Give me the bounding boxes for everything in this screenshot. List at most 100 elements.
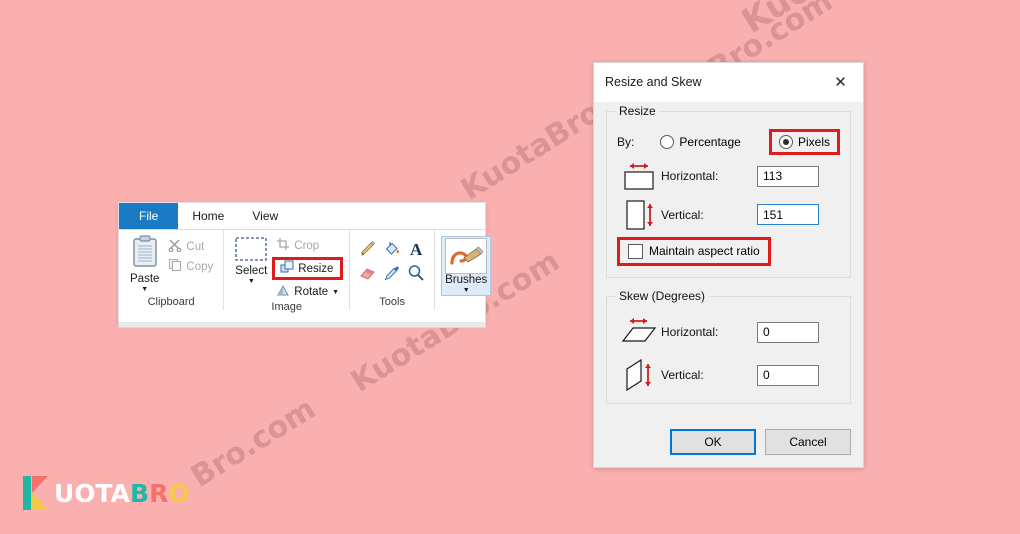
logo-text-uota: UOTA — [54, 478, 131, 508]
resize-vertical-input[interactable] — [757, 204, 819, 225]
paintbrush-icon — [445, 238, 488, 274]
resize-highlight-box: Resize — [272, 257, 344, 280]
pixels-radio[interactable] — [778, 135, 793, 149]
skew-vertical-icon — [617, 356, 661, 394]
dialog-button-row: OK Cancel — [594, 429, 863, 455]
ribbon-group-image: Select ▼ Crop Resize Rotate ▼ Image — [224, 230, 351, 313]
dialog-body: Resize By: Percentage Pixels Horizontal:… — [594, 104, 863, 404]
chevron-down-icon[interactable]: ▼ — [141, 286, 148, 293]
text-a-icon: A — [409, 240, 423, 259]
skew-horizontal-icon — [617, 315, 661, 349]
ribbon-group-tools: A Tools — [350, 230, 436, 310]
chevron-down-icon[interactable]: ▼ — [332, 289, 339, 296]
pencil-icon — [359, 240, 377, 261]
fill-bucket-icon — [383, 240, 401, 261]
resize-group-legend: Resize — [615, 104, 660, 118]
logo-text-b: B — [130, 478, 150, 508]
resize-horizontal-input[interactable] — [757, 165, 819, 187]
resize-horizontal-label: Horizontal: — [661, 169, 719, 183]
skew-vertical-input[interactable] — [757, 364, 819, 386]
magnifier-tool-button[interactable] — [404, 262, 428, 286]
resize-icon — [280, 260, 294, 277]
paste-label: Paste — [130, 273, 160, 285]
brushes-button[interactable]: Brushes ▼ — [441, 236, 492, 296]
resize-by-label: By: — [617, 135, 635, 149]
pencil-tool-button[interactable] — [356, 238, 380, 262]
scissors-icon — [168, 238, 182, 255]
kuotabro-logo: UOTABRO — [22, 474, 190, 512]
ribbon-group-brushes: Brushes ▼ — [435, 230, 497, 310]
group-label-image: Image — [271, 301, 302, 313]
resize-vertical-row: Vertical: — [617, 194, 840, 235]
select-label: Select — [235, 265, 268, 277]
maintain-aspect-ratio-option[interactable]: Maintain aspect ratio — [628, 243, 760, 259]
skew-horizontal-row: Horizontal: — [617, 311, 840, 353]
pixels-label: Pixels — [797, 135, 830, 149]
resize-horizontal-icon — [617, 160, 661, 192]
copy-label: Copy — [186, 260, 214, 273]
resize-by-row: By: Percentage Pixels — [617, 126, 840, 158]
skew-vertical-label: Vertical: — [661, 368, 704, 382]
percentage-radio[interactable] — [660, 135, 675, 149]
clipboard-icon — [131, 235, 159, 272]
pixels-highlight-box: Pixels — [768, 129, 840, 155]
rotate-icon — [276, 283, 290, 300]
eraser-icon — [359, 264, 377, 285]
copy-button[interactable]: Copy — [164, 257, 217, 276]
resize-group: Resize By: Percentage Pixels Horizontal:… — [606, 104, 851, 278]
crop-label: Crop — [294, 239, 320, 252]
selection-rect-icon — [235, 237, 267, 264]
fill-tool-button[interactable] — [380, 238, 404, 262]
cut-button[interactable]: Cut — [164, 237, 217, 256]
tab-file[interactable]: File — [119, 203, 179, 229]
eraser-tool-button[interactable] — [356, 262, 380, 286]
close-icon[interactable]: ✕ — [818, 63, 863, 101]
brushes-label: Brushes — [445, 274, 488, 286]
color-picker-tool-button[interactable] — [380, 262, 404, 286]
chevron-down-icon[interactable]: ▼ — [463, 287, 470, 294]
crop-icon — [276, 237, 290, 254]
resize-and-skew-dialog: Resize and Skew ✕ Resize By: Percentage … — [593, 62, 864, 468]
paint-ribbon-window: File Home View Paste ▼ Cut Copy Clipboar… — [118, 202, 492, 324]
paint-canvas-strip — [118, 322, 486, 328]
cut-label: Cut — [186, 240, 205, 253]
rotate-button[interactable]: Rotate ▼ — [272, 282, 343, 301]
resize-vertical-icon — [617, 197, 661, 233]
rotate-label: Rotate — [294, 285, 329, 298]
tab-home[interactable]: Home — [178, 203, 239, 229]
logo-text-o: O — [168, 478, 190, 508]
watermark: Kuota — [735, 0, 852, 42]
percentage-label: Percentage — [679, 135, 741, 149]
crop-button[interactable]: Crop — [272, 236, 343, 255]
color-picker-icon — [383, 264, 401, 285]
tab-view[interactable]: View — [238, 203, 292, 229]
skew-vertical-row: Vertical: — [617, 353, 840, 397]
paste-button[interactable]: Paste ▼ — [125, 234, 164, 294]
tab-home-label: Home — [192, 209, 225, 223]
skew-group-legend: Skew (Degrees) — [615, 289, 710, 303]
cancel-button[interactable]: Cancel — [765, 429, 851, 455]
group-label-clipboard: Clipboard — [147, 296, 195, 308]
tab-view-label: View — [252, 209, 279, 223]
percentage-radio-option[interactable]: Percentage — [660, 135, 769, 149]
dialog-titlebar: Resize and Skew ✕ — [594, 63, 863, 102]
magnifier-icon — [407, 264, 425, 285]
logo-text-r: R — [149, 478, 169, 508]
ok-button[interactable]: OK — [670, 429, 756, 455]
maintain-aspect-ratio-row: Maintain aspect ratio — [617, 235, 840, 267]
ribbon-group-clipboard: Paste ▼ Cut Copy Clipboard — [119, 230, 225, 310]
dialog-title: Resize and Skew — [605, 75, 702, 89]
pixels-radio-option[interactable]: Pixels — [778, 135, 830, 149]
chevron-down-icon[interactable]: ▼ — [248, 278, 255, 285]
maintain-aspect-ratio-checkbox[interactable] — [628, 243, 643, 259]
text-tool-button[interactable]: A — [404, 238, 428, 262]
skew-horizontal-label: Horizontal: — [661, 325, 719, 339]
ribbon-body: Paste ▼ Cut Copy Clipboard Select ▼ Crop… — [119, 229, 492, 313]
skew-horizontal-input[interactable] — [757, 321, 819, 343]
resize-button[interactable]: Resize — [278, 260, 335, 277]
resize-horizontal-row: Horizontal: — [617, 158, 840, 194]
resize-vertical-label: Vertical: — [661, 207, 704, 222]
watermark: Bro.com — [185, 391, 322, 495]
select-button[interactable]: Select ▼ — [230, 234, 272, 286]
tab-file-label: File — [139, 209, 159, 223]
